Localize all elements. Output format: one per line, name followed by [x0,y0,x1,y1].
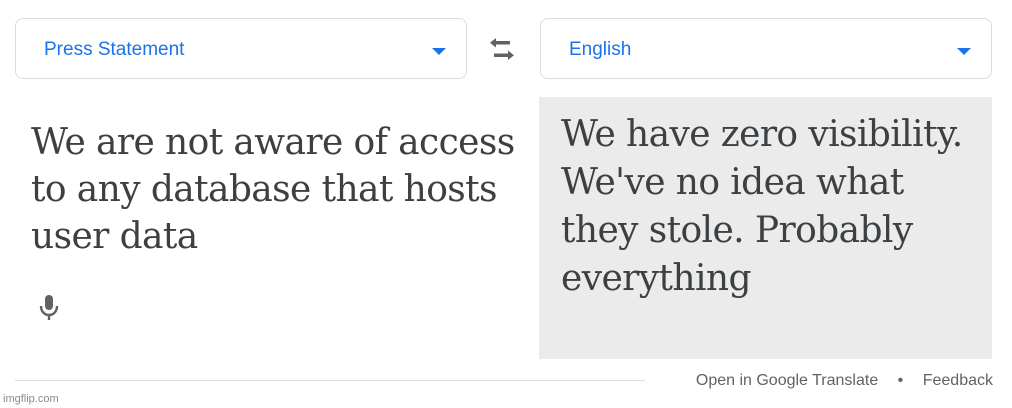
chevron-down-icon [432,48,446,55]
source-language-select[interactable]: Press Statement [15,18,467,79]
imgflip-watermark: imgflip.com [3,393,59,405]
voice-input-button[interactable] [37,293,61,323]
source-text-panel[interactable]: We are not aware of access to any databa… [15,97,539,359]
source-text[interactable]: We are not aware of access to any databa… [31,119,531,260]
feedback-link[interactable]: Feedback [923,372,993,389]
target-language-label: English [569,39,632,60]
open-in-google-translate-link[interactable]: Open in Google Translate [696,372,878,389]
target-language-select[interactable]: English [540,18,992,79]
source-language-label: Press Statement [44,39,185,60]
swap-horiz-icon [490,38,514,60]
divider [15,380,645,381]
swap-languages-button[interactable] [484,35,520,63]
chevron-down-icon [957,48,971,55]
footer-links: Open in Google Translate • Feedback [696,371,993,391]
translated-text: We have zero visibility. We've no idea w… [561,114,963,299]
microphone-icon [39,295,59,320]
translation-panel: We have zero visibility. We've no idea w… [539,97,992,359]
footer-separator: • [897,372,904,389]
